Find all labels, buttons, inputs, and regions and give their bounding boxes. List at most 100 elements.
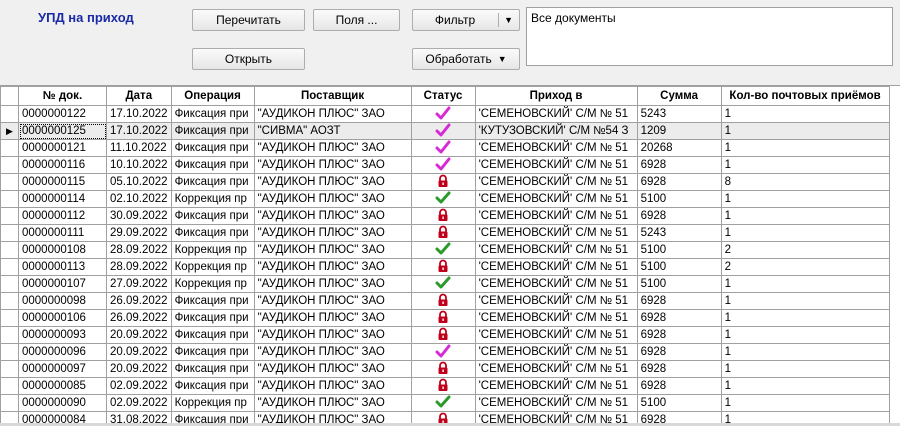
doc-number-cell[interactable]: 0000000111 [19, 225, 107, 242]
postal-count-cell[interactable]: 1 [721, 378, 889, 395]
operation-cell[interactable]: Коррекция пр [171, 276, 254, 293]
status-cell[interactable] [411, 310, 475, 327]
destination-cell[interactable]: 'СЕМЕНОВСКИЙ' С/М № 51 [475, 310, 637, 327]
supplier-cell[interactable]: "АУДИКОН ПЛЮС" ЗАО [254, 344, 411, 361]
supplier-cell[interactable]: "АУДИКОН ПЛЮС" ЗАО [254, 378, 411, 395]
row-indicator[interactable] [1, 225, 19, 242]
doc-number-cell[interactable]: 0000000106 [19, 310, 107, 327]
filter-split-button[interactable]: Фильтр ▼ [412, 9, 520, 31]
table-row[interactable]: 000000009620.09.2022Фиксация при"АУДИКОН… [1, 344, 890, 361]
sum-cell[interactable]: 6928 [637, 174, 721, 191]
destination-cell[interactable]: 'СЕМЕНОВСКИЙ' С/М № 51 [475, 293, 637, 310]
status-cell[interactable] [411, 123, 475, 140]
postal-count-cell[interactable]: 1 [721, 344, 889, 361]
status-cell[interactable] [411, 191, 475, 208]
date-cell[interactable]: 26.09.2022 [107, 310, 172, 327]
supplier-cell[interactable]: "АУДИКОН ПЛЮС" ЗАО [254, 276, 411, 293]
destination-cell[interactable]: 'СЕМЕНОВСКИЙ' С/М № 51 [475, 157, 637, 174]
operation-cell[interactable]: Коррекция пр [171, 191, 254, 208]
status-cell[interactable] [411, 378, 475, 395]
sum-cell[interactable]: 6928 [637, 157, 721, 174]
doc-number-cell[interactable]: 0000000108 [19, 242, 107, 259]
doc-number-cell[interactable]: 0000000122 [19, 106, 107, 123]
sum-cell[interactable]: 6928 [637, 344, 721, 361]
table-row[interactable]: 000000011230.09.2022Фиксация при"АУДИКОН… [1, 208, 890, 225]
sum-cell[interactable]: 5100 [637, 259, 721, 276]
column-header[interactable]: Приход в [475, 87, 637, 106]
doc-number-cell[interactable]: 0000000116 [19, 157, 107, 174]
doc-number-cell[interactable]: 0000000112 [19, 208, 107, 225]
fields-button[interactable]: Поля ... [313, 9, 400, 31]
postal-count-cell[interactable]: 1 [721, 191, 889, 208]
destination-cell[interactable]: 'СЕМЕНОВСКИЙ' С/М № 51 [475, 140, 637, 157]
table-row[interactable]: 000000011610.10.2022Фиксация при"АУДИКОН… [1, 157, 890, 174]
destination-cell[interactable]: 'СЕМЕНОВСКИЙ' С/М № 51 [475, 395, 637, 412]
sum-cell[interactable]: 5100 [637, 191, 721, 208]
date-cell[interactable]: 20.09.2022 [107, 361, 172, 378]
sum-cell[interactable]: 6928 [637, 327, 721, 344]
destination-cell[interactable]: 'СЕМЕНОВСКИЙ' С/М № 51 [475, 361, 637, 378]
row-indicator[interactable] [1, 344, 19, 361]
supplier-cell[interactable]: "АУДИКОН ПЛЮС" ЗАО [254, 259, 411, 276]
postal-count-cell[interactable]: 1 [721, 327, 889, 344]
supplier-cell[interactable]: "АУДИКОН ПЛЮС" ЗАО [254, 327, 411, 344]
documents-grid[interactable]: № док. Дата Операция Поставщик Статус Пр… [0, 85, 900, 426]
table-row[interactable]: 000000012111.10.2022Фиксация при"АУДИКОН… [1, 140, 890, 157]
doc-number-cell[interactable]: 0000000107 [19, 276, 107, 293]
row-indicator[interactable] [1, 276, 19, 293]
operation-cell[interactable]: Фиксация при [171, 208, 254, 225]
doc-number-cell[interactable]: 0000000098 [19, 293, 107, 310]
doc-number-cell[interactable]: 0000000115 [19, 174, 107, 191]
row-indicator[interactable] [1, 242, 19, 259]
operation-cell[interactable]: Фиксация при [171, 174, 254, 191]
status-cell[interactable] [411, 106, 475, 123]
column-header[interactable]: № док. [19, 87, 107, 106]
table-row[interactable]: 000000010727.09.2022Коррекция пр"АУДИКОН… [1, 276, 890, 293]
sum-cell[interactable]: 20268 [637, 140, 721, 157]
status-cell[interactable] [411, 157, 475, 174]
row-indicator[interactable] [1, 157, 19, 174]
date-cell[interactable]: 11.10.2022 [107, 140, 172, 157]
doc-number-cell[interactable]: 0000000090 [19, 395, 107, 412]
operation-cell[interactable]: Фиксация при [171, 378, 254, 395]
supplier-cell[interactable]: "АУДИКОН ПЛЮС" ЗАО [254, 191, 411, 208]
supplier-cell[interactable]: "АУДИКОН ПЛЮС" ЗАО [254, 293, 411, 310]
date-cell[interactable]: 20.09.2022 [107, 327, 172, 344]
destination-cell[interactable]: 'СЕМЕНОВСКИЙ' С/М № 51 [475, 259, 637, 276]
row-indicator[interactable] [1, 191, 19, 208]
sum-cell[interactable]: 1209 [637, 123, 721, 140]
row-indicator[interactable] [1, 259, 19, 276]
date-cell[interactable]: 02.10.2022 [107, 191, 172, 208]
status-cell[interactable] [411, 208, 475, 225]
doc-number-cell[interactable]: 0000000096 [19, 344, 107, 361]
operation-cell[interactable]: Фиксация при [171, 310, 254, 327]
supplier-cell[interactable]: "АУДИКОН ПЛЮС" ЗАО [254, 242, 411, 259]
row-indicator[interactable] [1, 140, 19, 157]
destination-cell[interactable]: 'КУТУЗОВСКИЙ' С/М №54 З [475, 123, 637, 140]
doc-number-cell[interactable]: 0000000093 [19, 327, 107, 344]
operation-cell[interactable]: Фиксация при [171, 344, 254, 361]
status-cell[interactable] [411, 259, 475, 276]
status-cell[interactable] [411, 361, 475, 378]
date-cell[interactable]: 02.09.2022 [107, 395, 172, 412]
row-indicator[interactable] [1, 378, 19, 395]
postal-count-cell[interactable]: 1 [721, 157, 889, 174]
operation-cell[interactable]: Фиксация при [171, 225, 254, 242]
doc-number-cell[interactable]: 0000000097 [19, 361, 107, 378]
row-indicator[interactable] [1, 310, 19, 327]
destination-cell[interactable]: 'СЕМЕНОВСКИЙ' С/М № 51 [475, 225, 637, 242]
destination-cell[interactable]: 'СЕМЕНОВСКИЙ' С/М № 51 [475, 208, 637, 225]
destination-cell[interactable]: 'СЕМЕНОВСКИЙ' С/М № 51 [475, 327, 637, 344]
supplier-cell[interactable]: "АУДИКОН ПЛЮС" ЗАО [254, 395, 411, 412]
supplier-cell[interactable]: "АУДИКОН ПЛЮС" ЗАО [254, 140, 411, 157]
sum-cell[interactable]: 6928 [637, 208, 721, 225]
table-row[interactable]: 000000009320.09.2022Фиксация при"АУДИКОН… [1, 327, 890, 344]
table-row[interactable]: 000000011505.10.2022Фиксация при"АУДИКОН… [1, 174, 890, 191]
supplier-cell[interactable]: "АУДИКОН ПЛЮС" ЗАО [254, 310, 411, 327]
row-indicator[interactable]: ▶ [1, 123, 19, 140]
destination-cell[interactable]: 'СЕМЕНОВСКИЙ' С/М № 51 [475, 106, 637, 123]
destination-cell[interactable]: 'СЕМЕНОВСКИЙ' С/М № 51 [475, 191, 637, 208]
supplier-cell[interactable]: "СИВМА" АОЗТ [254, 123, 411, 140]
date-cell[interactable]: 26.09.2022 [107, 293, 172, 310]
operation-cell[interactable]: Фиксация при [171, 157, 254, 174]
